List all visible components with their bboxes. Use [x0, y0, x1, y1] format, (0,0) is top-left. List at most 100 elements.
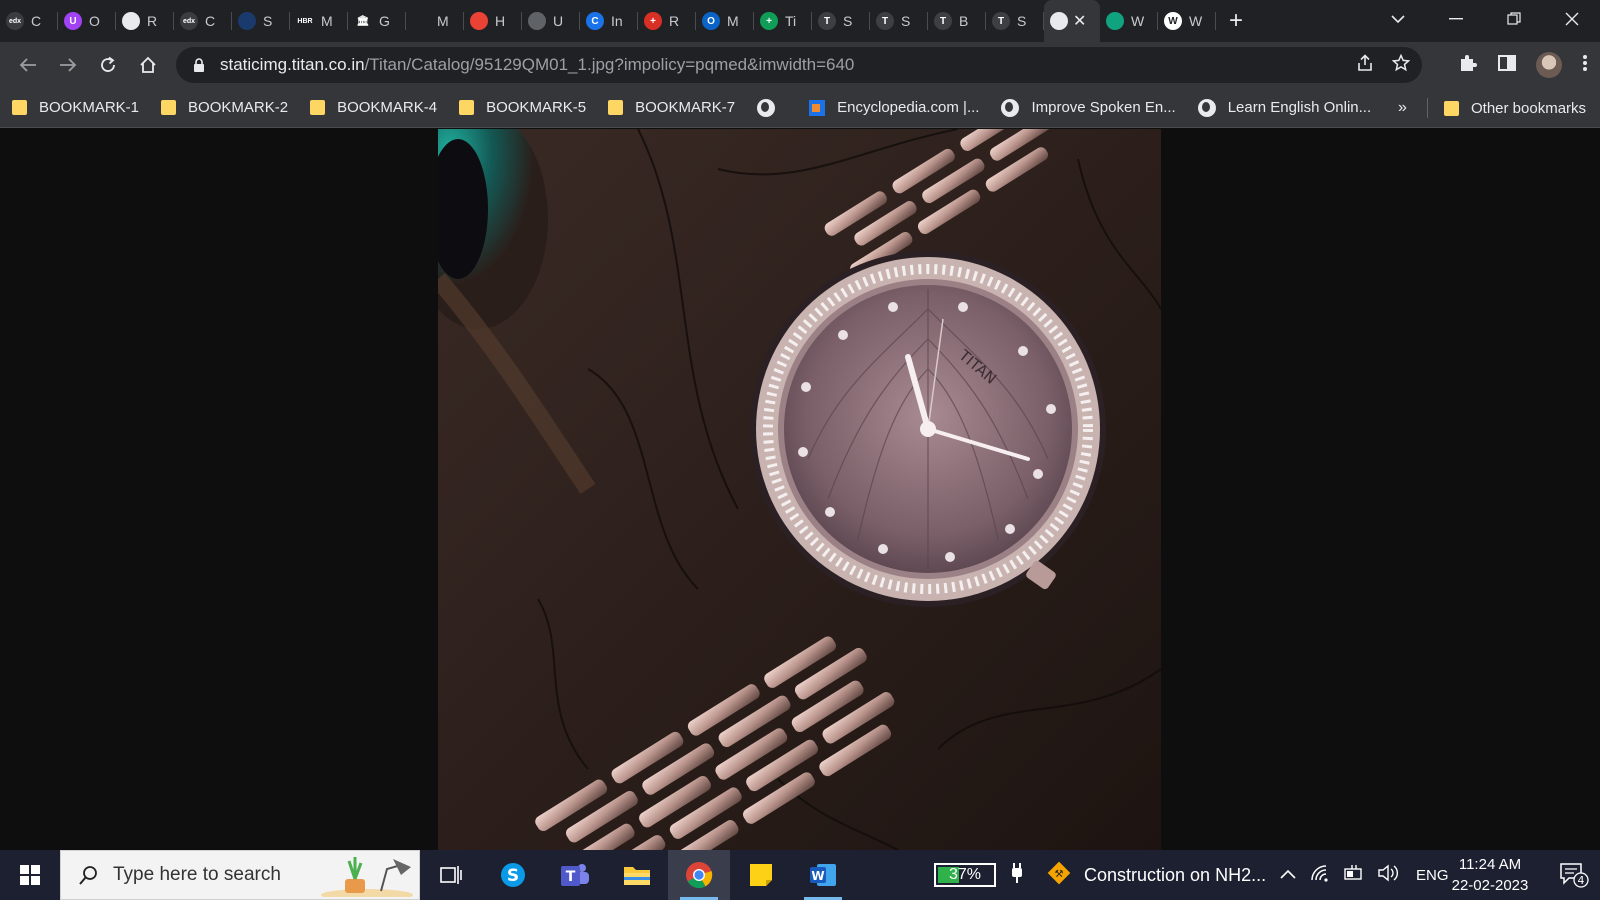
tab-title: G	[379, 13, 390, 29]
watch-photo[interactable]: TITAN	[438, 129, 1161, 850]
battery-indicator[interactable]: 37%	[934, 850, 1024, 900]
browser-tab[interactable]: C In	[580, 0, 638, 42]
tab-title: M	[727, 13, 739, 29]
minimize-button[interactable]	[1428, 0, 1484, 38]
tab-search-icon[interactable]	[1370, 0, 1426, 38]
side-panel-icon[interactable]	[1498, 54, 1516, 76]
teams-icon: T	[561, 864, 589, 886]
browser-tab[interactable]: ✕	[1044, 0, 1100, 42]
task-view-icon	[440, 866, 462, 884]
sticky-notes-app[interactable]	[730, 850, 792, 900]
browser-tab[interactable]: M	[406, 0, 464, 42]
browser-tab[interactable]: edx C	[0, 0, 58, 42]
bookmark-label: Learn English Onlin...	[1227, 99, 1372, 116]
tab-title: O	[89, 13, 100, 29]
tab-title: M	[321, 13, 333, 29]
browser-tab[interactable]: TB	[928, 0, 986, 42]
c-icon: C	[586, 12, 604, 30]
bookmark-item[interactable]: BOOKMARK-7	[608, 99, 735, 116]
battery-tray-icon[interactable]	[1344, 864, 1364, 886]
bookmark-star-icon[interactable]	[1391, 53, 1411, 77]
lock-icon[interactable]	[192, 57, 206, 73]
svg-text:W: W	[811, 869, 824, 883]
browser-tab[interactable]: + Ti	[754, 0, 812, 42]
browser-tab[interactable]: OM	[696, 0, 754, 42]
extensions-icon[interactable]	[1458, 53, 1478, 78]
chatgpt-icon	[1106, 12, 1124, 30]
chrome-app[interactable]	[668, 850, 730, 900]
word-app[interactable]: W	[792, 850, 854, 900]
browser-tab[interactable]: HBR M	[290, 0, 348, 42]
bookmark-item[interactable]: BOOKMARK-4	[310, 99, 437, 116]
battery-icon: 37%	[934, 863, 996, 887]
bookmarks-overflow-button[interactable]: »	[1398, 88, 1407, 128]
tab-title: R	[669, 13, 680, 29]
browser-tab[interactable]: 🏛 G	[348, 0, 406, 42]
menu-kebab-icon[interactable]	[1582, 54, 1588, 77]
reload-button[interactable]	[88, 45, 128, 85]
purple-u-icon: U	[64, 12, 82, 30]
browser-tab[interactable]: H	[464, 0, 522, 42]
skype-app[interactable]: S	[482, 850, 544, 900]
browser-tab[interactable]: TS	[812, 0, 870, 42]
browser-tab[interactable]: UO	[58, 0, 116, 42]
tab-title: S	[263, 13, 273, 29]
bookmark-item[interactable]	[757, 98, 787, 117]
notification-count: 4	[1578, 874, 1585, 887]
tab-title: R	[147, 13, 158, 29]
browser-tab[interactable]: R	[116, 0, 174, 42]
teams-app[interactable]: T	[544, 850, 606, 900]
start-button[interactable]	[0, 850, 60, 900]
browser-tab[interactable]: WW	[1158, 0, 1216, 42]
tab-title: Ti	[785, 13, 797, 29]
bookmark-label: Improve Spoken En...	[1031, 99, 1176, 116]
taskbar-search[interactable]: Type here to search	[60, 850, 420, 900]
bookmark-item[interactable]: Improve Spoken En...	[1001, 98, 1176, 117]
tab-title: C	[31, 13, 42, 29]
globe-icon	[757, 98, 776, 117]
share-icon[interactable]	[1356, 53, 1374, 77]
address-bar[interactable]: staticimg.titan.co.in/Titan/Catalog/9512…	[176, 47, 1422, 83]
red-cross-icon: +	[644, 12, 662, 30]
clock[interactable]: 11:24 AM 22-02-2023	[1440, 854, 1540, 896]
bookmark-item[interactable]: Learn English Onlin...	[1197, 98, 1372, 117]
new-tab-button[interactable]: +	[1216, 0, 1256, 42]
browser-tab[interactable]: U	[522, 0, 580, 42]
browser-tab[interactable]: TS	[986, 0, 1044, 42]
word-icon: W	[810, 864, 836, 886]
profile-avatar[interactable]	[1536, 52, 1562, 78]
close-tab-icon[interactable]: ✕	[1073, 11, 1086, 31]
bookmark-item[interactable]: BOOKMARK-1	[12, 99, 139, 116]
notification-center-button[interactable]: 4	[1548, 850, 1600, 900]
reload-icon	[101, 56, 115, 72]
restore-button[interactable]	[1486, 0, 1542, 38]
other-bookmarks-folder[interactable]: Other bookmarks	[1444, 88, 1586, 128]
titan-icon: T	[934, 12, 952, 30]
file-explorer-app[interactable]	[606, 850, 668, 900]
bookmark-item[interactable]: BOOKMARK-2	[161, 99, 288, 116]
browser-tab[interactable]: S	[232, 0, 290, 42]
tab-title: In	[611, 13, 623, 29]
notification-icon: 4	[1560, 863, 1589, 888]
browser-tab[interactable]: + R	[638, 0, 696, 42]
url-text[interactable]: staticimg.titan.co.in/Titan/Catalog/9512…	[220, 55, 854, 75]
home-button[interactable]	[128, 45, 168, 85]
bookmark-item[interactable]: Encyclopedia.com |...	[809, 99, 979, 116]
chevron-up-icon[interactable]	[1280, 866, 1296, 884]
browser-tab[interactable]: W	[1100, 0, 1158, 42]
volume-icon[interactable]	[1378, 864, 1398, 887]
browser-tab[interactable]: edx C	[174, 0, 232, 42]
browser-tab[interactable]: TS	[870, 0, 928, 42]
globe-icon	[1001, 98, 1020, 117]
bookmark-label: BOOKMARK-5	[486, 99, 587, 116]
wifi-icon[interactable]	[1310, 864, 1330, 887]
forward-button[interactable]	[48, 45, 88, 85]
task-view-button[interactable]	[420, 850, 482, 900]
svg-text:⚒: ⚒	[1055, 869, 1064, 880]
close-window-button[interactable]	[1544, 0, 1600, 38]
bookmark-item[interactable]: BOOKMARK-5	[459, 99, 586, 116]
back-button[interactable]	[8, 45, 48, 85]
news-widget[interactable]: ⚒ Construction on NH2...	[1046, 850, 1266, 900]
svg-text:S: S	[507, 866, 519, 886]
traffic-warning-icon: ⚒	[1046, 860, 1072, 891]
